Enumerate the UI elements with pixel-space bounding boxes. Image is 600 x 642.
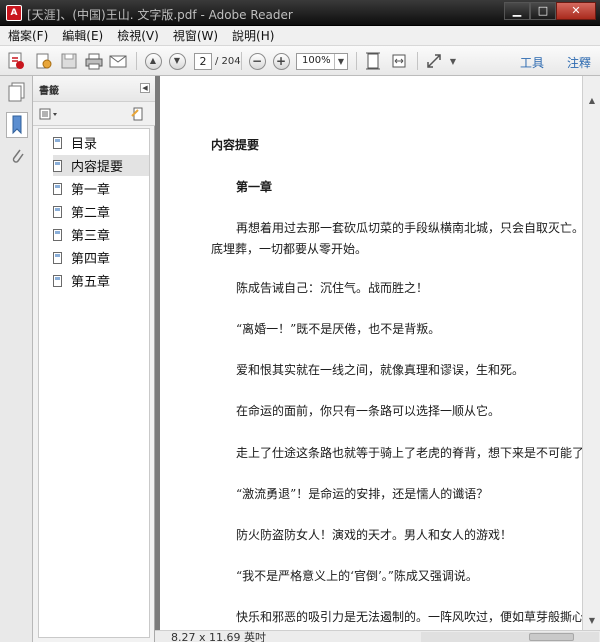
menu-edit[interactable]: 編輯(E)	[62, 27, 103, 44]
chapter-heading: 第一章	[236, 180, 273, 194]
paragraph: 再想着用过去那一套砍瓜切菜的手段纵横南北城，只会自取灭亡。必	[236, 221, 584, 235]
chevron-down-icon[interactable]: ▼	[334, 54, 347, 69]
comment-link[interactable]: 注釋	[567, 54, 591, 71]
bookmark-icon	[53, 159, 62, 172]
page-size: 8.27 x 11.69 英吋	[171, 631, 266, 642]
previous-page-button[interactable]: ▲	[143, 51, 163, 71]
vertical-scrollbar[interactable]: ▲ ▼	[582, 76, 600, 630]
minimize-button[interactable]: ▁	[504, 2, 530, 20]
menu-view[interactable]: 檢視(V)	[117, 27, 159, 44]
bookmark-icon	[53, 251, 62, 264]
new-bookmark-icon[interactable]	[130, 106, 146, 125]
toolbar-more-icon[interactable]: ▼	[447, 51, 459, 71]
tools-link[interactable]: 工具	[520, 54, 544, 71]
toolbar: ▲ ▼ 2 / 204 − + 100% ▼ ▼ 工具 注釋	[0, 46, 600, 76]
menu-file[interactable]: 檔案(F)	[8, 27, 48, 44]
bookmark-item[interactable]: 内容提要	[53, 155, 149, 176]
scroll-up-icon[interactable]: ▲	[586, 96, 598, 108]
bookmark-label: 目录	[71, 137, 98, 152]
bookmark-label: 第五章	[71, 275, 111, 290]
bookmark-label: 第三章	[71, 229, 111, 244]
bookmark-icon	[53, 136, 62, 149]
document-view: 内容提要 第一章 再想着用过去那一套砍瓜切菜的手段纵横南北城，只会自取灭亡。必 …	[155, 76, 600, 642]
adobe-reader-icon: A	[6, 5, 22, 21]
bookmark-label: 第四章	[71, 252, 111, 267]
bookmark-icon	[53, 205, 62, 218]
zoom-in-button[interactable]: +	[271, 51, 291, 71]
paragraph: 在命运的面前，你只有一条路可以选择一顺从它。	[236, 404, 501, 418]
maximize-button[interactable]: □	[530, 2, 556, 20]
section-heading: 内容提要	[211, 138, 260, 152]
save-icon[interactable]	[59, 51, 79, 71]
next-page-button[interactable]: ▼	[167, 51, 187, 71]
zoom-select[interactable]: 100% ▼	[296, 53, 348, 70]
print-icon[interactable]	[84, 51, 104, 71]
close-button[interactable]: ✕	[556, 2, 596, 20]
bookmarks-panel: 書籤 ◀ 目录 内容提要 第一章 第二章 第三章 第四章 第五章	[33, 76, 155, 642]
minus-icon: −	[248, 52, 266, 70]
bookmark-item[interactable]: 第一章	[53, 178, 149, 199]
attachments-icon[interactable]	[8, 146, 26, 166]
bookmark-label: 内容提要	[71, 160, 124, 175]
menu-help[interactable]: 說明(H)	[232, 27, 274, 44]
bookmark-item[interactable]: 第五章	[53, 270, 149, 291]
fullscreen-icon[interactable]	[424, 51, 444, 71]
page-total: / 204	[215, 56, 241, 67]
navigation-rail	[0, 76, 33, 642]
zoom-value: 100%	[302, 55, 331, 66]
bookmarks-title: 書籤	[39, 86, 59, 97]
paragraph: 底埋葬，一切都要从零开始。	[211, 242, 368, 256]
bookmark-item[interactable]: 第四章	[53, 247, 149, 268]
title-bar: A [天涯]、(中国)王山. 文字版.pdf - Adobe Reader ▁ …	[0, 0, 600, 26]
window-title: [天涯]、(中国)王山. 文字版.pdf - Adobe Reader	[27, 8, 293, 22]
bookmark-list: 目录 内容提要 第一章 第二章 第三章 第四章 第五章	[38, 128, 150, 638]
fit-page-icon[interactable]	[363, 51, 383, 71]
horizontal-scrollbar[interactable]	[421, 632, 599, 642]
plus-icon: +	[272, 52, 290, 70]
paragraph: “我不是严格意义上的‘官倒’。”陈成又强调说。	[236, 569, 478, 583]
bookmark-label: 第一章	[71, 183, 111, 198]
paragraph: 陈成告诫自己：沉住气。战而胜之！	[236, 281, 429, 295]
down-arrow-icon: ▼	[168, 52, 186, 70]
pdf-page: 内容提要 第一章 再想着用过去那一套砍瓜切菜的手段纵横南北城，只会自取灭亡。必 …	[160, 76, 584, 630]
paragraph: 防火防盗防女人！演戏的天才。男人和女人的游戏！	[236, 528, 513, 542]
window-controls: ▁ □ ✕	[504, 2, 596, 20]
up-arrow-icon: ▲	[144, 52, 162, 70]
bookmark-icon	[53, 228, 62, 241]
bookmark-label: 第二章	[71, 206, 111, 221]
bookmarks-header: 書籤 ◀	[33, 76, 155, 102]
zoom-out-button[interactable]: −	[247, 51, 267, 71]
bookmark-icon	[53, 182, 62, 195]
menu-bar: 檔案(F) 編輯(E) 檢視(V) 視窗(W) 說明(H)	[0, 26, 600, 46]
collapse-panel-button[interactable]: ◀	[140, 83, 150, 93]
bookmark-options-icon[interactable]	[39, 107, 61, 124]
paragraph: 快乐和邪恶的吸引力是无法遏制的。一阵风吹过，便如草芽般撕心	[236, 610, 584, 624]
scroll-thumb[interactable]	[529, 633, 574, 641]
paragraph: 走上了仕途这条路也就等于骑上了老虎的脊背，想下来是不可能了。	[236, 446, 584, 460]
fit-width-icon[interactable]	[389, 51, 409, 71]
page-thumbnails-icon[interactable]	[8, 82, 26, 102]
paragraph: 爱和恨其实就在一线之间，就像真理和谬误，生和死。	[236, 363, 525, 377]
page-number-input[interactable]: 2	[194, 53, 212, 70]
bookmark-item[interactable]: 第三章	[53, 224, 149, 245]
paragraph: “离婚一！”既不是厌倦，也不是背叛。	[236, 322, 441, 336]
menu-window[interactable]: 視窗(W)	[173, 27, 218, 44]
scroll-down-icon[interactable]: ▼	[586, 616, 598, 628]
bookmark-item[interactable]: 第二章	[53, 201, 149, 222]
bookmark-icon	[53, 274, 62, 287]
bookmarks-tab-icon[interactable]	[6, 112, 28, 138]
bookmarks-toolbar	[33, 102, 155, 126]
paragraph: “激流勇退”！是命运的安排，还是懦人的谶语？	[236, 487, 489, 501]
bookmark-item[interactable]: 目录	[53, 132, 149, 153]
create-pdf-icon[interactable]	[6, 51, 26, 71]
edit-icon[interactable]	[34, 51, 54, 71]
status-bar: 8.27 x 11.69 英吋	[155, 630, 600, 642]
email-icon[interactable]	[108, 51, 128, 71]
